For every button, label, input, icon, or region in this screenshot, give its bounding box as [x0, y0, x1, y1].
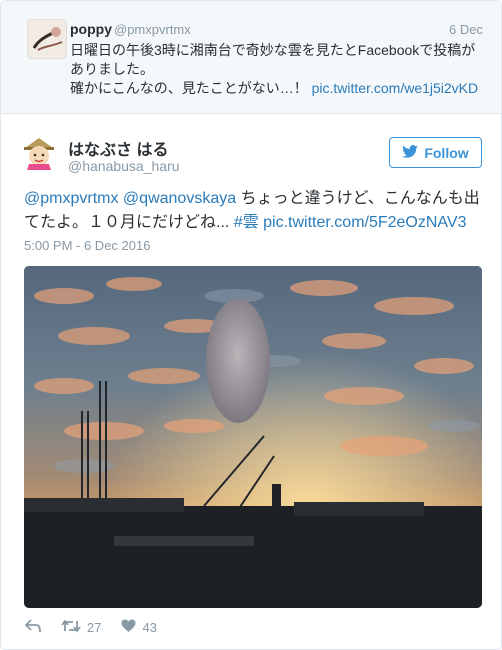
tweet-text: @pmxpvrtmx @qwanovskaya ちょっと違うけど、こんなんも出 … [24, 187, 484, 235]
quoted-pic-link[interactable]: pic.twitter.com/we1j5i2vKD [312, 80, 479, 96]
like-button[interactable]: 43 [121, 619, 157, 636]
sunset-cloud-photo [24, 266, 482, 608]
quoted-tweet[interactable]: poppy @pmxpvrtmx 6 Dec 日曜日の午後3時に湘南台で奇妙な雲… [1, 1, 501, 114]
author-display-name[interactable]: はなぶさ はる [68, 136, 168, 160]
tweet-actions: 27 43 [24, 619, 177, 636]
tweet-text-part1: ちょっと違うけど、こんなんも出 [240, 190, 480, 207]
tweet-text-part2: てたよ。１０月にだけどね... [24, 214, 230, 231]
quoted-text-line3: 確かにこんなの、見たことがない…！ pic.twitter.com/we1j5i… [70, 79, 490, 98]
retweet-count: 27 [87, 620, 102, 635]
author-avatar[interactable] [21, 134, 57, 170]
quoted-handle[interactable]: @pmxpvrtmx [114, 22, 191, 37]
author-handle[interactable]: @hanabusa_haru [68, 158, 180, 174]
retweet-button[interactable]: 27 [61, 619, 101, 636]
hashtag-link[interactable]: #雲 [234, 214, 259, 231]
like-count: 43 [142, 620, 157, 635]
reply-button[interactable] [24, 619, 41, 636]
tweet-pic-link[interactable]: pic.twitter.com/5F2eOzNAV3 [263, 214, 466, 231]
quoted-display-name[interactable]: poppy [70, 21, 112, 37]
quoted-text-line3-body: 確かにこんなの、見たことがない…！ [70, 80, 308, 96]
mention-link-2[interactable]: @qwanovskaya [123, 190, 236, 207]
tweet-timestamp[interactable]: 5:00 PM - 6 Dec 2016 [24, 238, 150, 253]
follow-label: Follow [424, 144, 469, 161]
retweet-icon [61, 619, 81, 636]
twitter-bird-icon [402, 144, 419, 161]
quoted-text-line1: 日曜日の午後3時に湘南台で奇妙な雲を見たとFacebookで投稿が [70, 42, 476, 58]
mention-link-1[interactable]: @pmxpvrtmx [24, 190, 118, 207]
follow-button[interactable]: Follow [389, 137, 482, 168]
embedded-tweet-card: poppy @pmxpvrtmx 6 Dec 日曜日の午後3時に湘南台で奇妙な雲… [0, 0, 502, 650]
quoted-date[interactable]: 6 Dec [449, 22, 483, 37]
tweet-photo[interactable] [24, 266, 482, 608]
heart-icon [121, 619, 136, 636]
quoted-avatar[interactable] [27, 19, 67, 59]
quoted-text: 日曜日の午後3時に湘南台で奇妙な雲を見たとFacebookで投稿が ありました。… [70, 41, 490, 98]
reply-icon [24, 619, 41, 636]
quoted-text-line2: ありました。 [70, 61, 154, 77]
